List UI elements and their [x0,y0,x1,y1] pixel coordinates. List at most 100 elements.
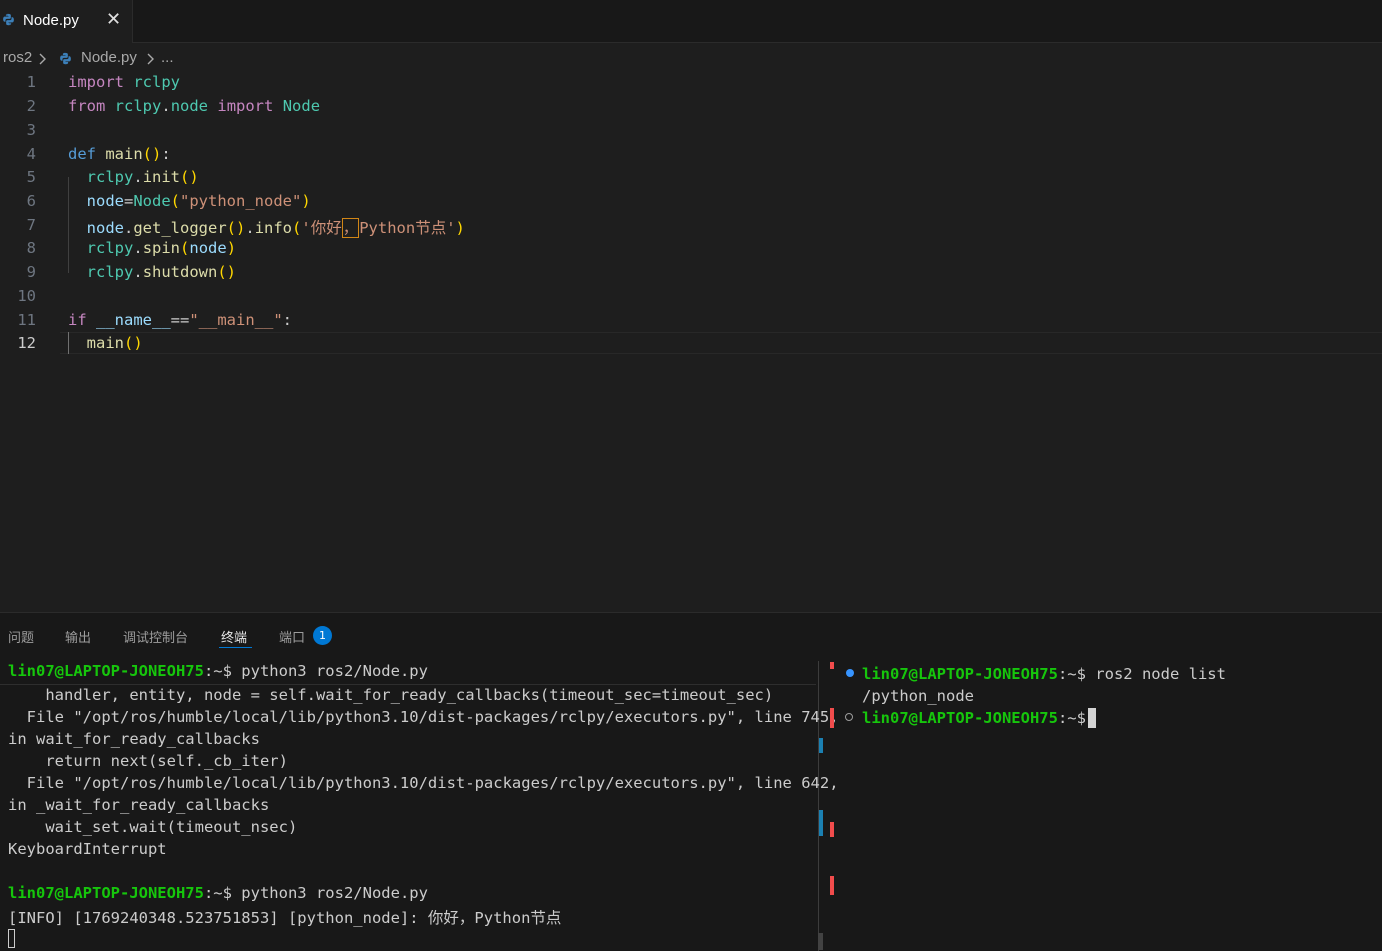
paren: () [180,168,199,186]
variable: node [86,219,124,237]
python-file-icon [60,52,71,65]
breadcrumb-file[interactable]: Node.py [81,49,137,66]
breadcrumb-folder[interactable]: ros2 [3,49,32,66]
paren: () [226,219,246,237]
code-line-9: rclpy.shutdown() [68,263,236,281]
trace-line: in _wait_for_ready_callbacks [8,796,270,814]
paren: () [124,334,143,352]
dot: . [133,168,143,186]
error-marker [830,876,834,895]
command-output: /python_node [862,687,974,705]
close-icon[interactable]: ✕ [106,9,121,30]
terminal-prompt-line: lin07@LAPTOP-JONEOH75:~$ [862,709,1086,727]
info-log-line: [INFO] [1769240348.523751853] [python_no… [8,909,562,927]
info-marker [819,810,823,836]
tab-terminal[interactable]: 终端 [221,627,247,646]
command-pending-dot[interactable] [845,713,853,721]
code-line-5: rclpy.init() [68,168,199,186]
variable: node [86,192,124,210]
keyword: import [217,97,274,115]
tab-output[interactable]: 输出 [65,627,91,646]
terminal-cursor [1088,708,1096,728]
python-file-icon [3,13,14,26]
code-editor[interactable]: 1 2 3 4 5 6 7 8 9 10 11 12 import rclpy … [0,70,1382,610]
prompt-suffix: :~$ [203,662,232,680]
line-number-active: 12 [17,334,36,352]
module-name: rclpy [86,168,134,186]
function-name: main [86,334,124,352]
error-marker [830,822,834,837]
keyword: if [68,311,87,329]
prompt-suffix: :~$ [1057,709,1086,727]
breadcrumb-more[interactable]: ... [161,49,174,66]
string: '你好 [301,219,342,237]
paren: () [142,145,162,163]
dot: . [124,219,134,237]
dot: . [133,263,143,281]
trace-line: in wait_for_ready_callbacks [8,730,260,748]
command-success-dot[interactable] [846,669,854,677]
paren: () [217,263,237,281]
operator: == [170,311,190,329]
code-line-4: def main(): [68,145,171,163]
terminal-prompt: lin07@LAPTOP-JONEOH75 [862,709,1058,727]
code-line-7: node.get_logger().info('你好，Python节点') [68,216,465,238]
trace-line: KeyboardInterrupt [8,840,167,858]
paren: ( [292,219,302,237]
dot: . [161,97,171,115]
module-name: rclpy [86,263,134,281]
terminal-prompt: lin07@LAPTOP-JONEOH75 [862,665,1058,683]
line-number: 1 [26,73,36,91]
current-line-highlight [60,332,1382,354]
terminal-prompt: lin07@LAPTOP-JONEOH75 [8,884,204,902]
code-line-2: from rclpy.node import Node [68,97,320,115]
module-name: rclpy [86,239,134,257]
terminal-command: ros2 node list [1085,665,1226,683]
chevron-right-icon [39,53,46,65]
prompt-suffix: :~$ [1057,665,1086,683]
module-name: node [170,97,209,115]
scrollbar-thumb[interactable] [818,933,823,950]
trace-line: handler, entity, node = self.wait_for_re… [8,686,774,704]
line-number: 2 [26,97,36,115]
variable: __name__ [96,311,171,329]
line-number: 11 [17,311,36,329]
terminal-cursor [8,929,15,948]
function-name: main [105,145,143,163]
line-number: 6 [26,192,36,210]
dot: . [245,219,255,237]
trace-line: wait_set.wait(timeout_nsec) [8,818,298,836]
line-number: 10 [17,287,36,305]
colon: : [282,311,293,329]
terminal-split-divider[interactable] [818,661,819,951]
keyword: import [68,73,124,91]
string: "python_node" [180,192,302,210]
paren: ) [226,239,237,257]
string: "__main__" [189,311,283,329]
class-name: Node [133,192,171,210]
variable: node [189,239,227,257]
keyword: from [68,97,106,115]
paren: ( [180,239,190,257]
line-number: 3 [26,121,36,139]
tab-node-py[interactable]: Node.py ✕ [0,0,133,43]
class-name: Node [282,97,321,115]
operator: = [124,192,134,210]
tab-debug-console[interactable]: 调试控制台 [123,627,188,646]
terminal-command: python3 ros2/Node.py [231,884,428,902]
line-number: 4 [26,145,36,163]
error-marker [830,708,834,728]
tab-problems[interactable]: 问题 [8,627,34,646]
code-line-12: main() [68,334,143,352]
tab-label: Node.py [23,12,79,29]
tab-ports[interactable]: 端口 [279,627,305,646]
active-tab-indicator [219,647,252,648]
function-name: shutdown [142,263,218,281]
dot: . [133,239,143,257]
colon: : [161,145,171,163]
terminal-command: python3 ros2/Node.py [231,662,428,680]
paren: ) [455,219,465,237]
trace-line: File "/opt/ros/humble/local/lib/python3.… [8,708,839,726]
module-name: rclpy [114,97,162,115]
chevron-right-icon [147,53,154,65]
